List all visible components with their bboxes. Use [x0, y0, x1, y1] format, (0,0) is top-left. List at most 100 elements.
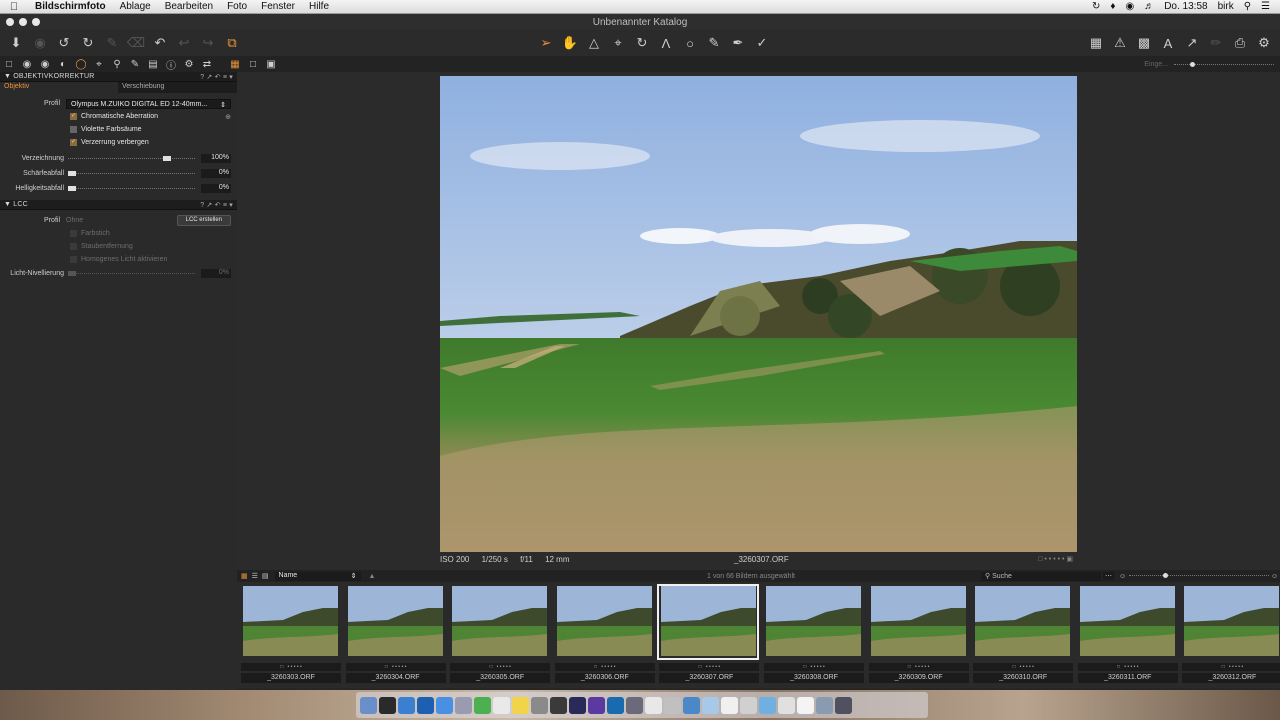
- undo-icon[interactable]: ↩: [172, 32, 196, 54]
- metadata-tab-icon[interactable]: ⓘ: [162, 57, 180, 72]
- apple-menu-icon[interactable]: : [0, 1, 28, 13]
- close-window-button[interactable]: [6, 18, 14, 26]
- more-options-icon[interactable]: ⋯: [1103, 572, 1114, 580]
- checkbox-color-cast[interactable]: [70, 230, 77, 237]
- light-leveling-value[interactable]: 0%: [201, 269, 231, 278]
- checkbox-dust-removal[interactable]: [70, 243, 77, 250]
- thumbnail-image[interactable]: [661, 586, 757, 656]
- picker-icon[interactable]: ✓: [750, 32, 774, 54]
- thumbnail-item[interactable]: □ • • • • • _3260309.ORF: [867, 582, 971, 686]
- trash-icon[interactable]: [835, 696, 852, 714]
- thumb-size-slider[interactable]: [1174, 61, 1274, 67]
- color-tab-icon[interactable]: ◉: [36, 59, 54, 70]
- eyedropper-icon[interactable]: ✒: [726, 32, 750, 54]
- lcc-header[interactable]: ▼ LCC ? ↗ ↶ ≡ ▾: [0, 200, 237, 210]
- minimize-window-button[interactable]: [19, 18, 27, 26]
- rotate-left-icon[interactable]: ↺: [52, 32, 76, 54]
- time-machine-icon[interactable]: ↻: [1092, 1, 1100, 12]
- select-cursor-icon[interactable]: ➢: [534, 32, 558, 54]
- mail-icon[interactable]: [436, 696, 453, 714]
- app-icon[interactable]: [664, 696, 681, 714]
- thumbnail-image[interactable]: [347, 586, 443, 656]
- thumbnail-rating[interactable]: □ • • • • •: [450, 663, 551, 671]
- chrome-icon[interactable]: [474, 696, 491, 714]
- distortion-slider[interactable]: [68, 156, 195, 161]
- grid-view-icon[interactable]: ▦: [1084, 32, 1108, 54]
- thumbnail-item[interactable]: □ • • • • • _3260307.ORF: [657, 582, 761, 686]
- capture-icon[interactable]: ◉: [28, 32, 52, 54]
- menu-foto[interactable]: Foto: [220, 1, 254, 12]
- app-icon[interactable]: [721, 696, 738, 714]
- sort-select[interactable]: Name ⇕: [274, 571, 361, 581]
- keystone-icon[interactable]: Λ: [654, 32, 678, 54]
- check-color-cast[interactable]: Farbstich: [0, 227, 237, 240]
- exposure-tab-icon[interactable]: ◐: [54, 59, 72, 70]
- grid-view-icon[interactable]: ▦: [241, 572, 248, 580]
- settings-gear-icon[interactable]: ⚙: [1252, 32, 1276, 54]
- details-tab-icon[interactable]: ⚲: [108, 59, 126, 70]
- clock[interactable]: Do. 13:58: [1164, 1, 1207, 12]
- check-chromatic[interactable]: ✓ Chromatische Aberration ⊕: [0, 110, 237, 123]
- thumbnail-item[interactable]: □ • • • • • _3260305.ORF: [448, 582, 552, 686]
- light-leveling-slider[interactable]: [68, 271, 195, 276]
- lens-tab-icon[interactable]: ◯: [72, 59, 90, 70]
- workspace-label[interactable]: Einge...: [1144, 61, 1168, 68]
- light-falloff-value[interactable]: 0%: [201, 184, 231, 193]
- search-input[interactable]: ⚲ Suche: [981, 571, 1101, 581]
- library-tab-icon[interactable]: □: [0, 59, 18, 70]
- lightroom-icon[interactable]: [607, 696, 624, 714]
- launchpad-icon[interactable]: [455, 696, 472, 714]
- check-hide-distortion[interactable]: ✓ Verzerrung verbergen: [0, 136, 237, 149]
- light-falloff-slider[interactable]: [68, 186, 195, 191]
- spot-removal-icon[interactable]: ○: [678, 32, 702, 54]
- checkbox-purple-fringe[interactable]: [70, 126, 77, 133]
- checkbox-uniform-light[interactable]: [70, 256, 77, 263]
- checkbox-hide-distortion[interactable]: ✓: [70, 139, 77, 146]
- slider-knob[interactable]: [163, 156, 171, 161]
- grid-layout-icon[interactable]: ▦: [226, 59, 244, 70]
- photo-icon[interactable]: [550, 696, 567, 714]
- thumbnail-rating[interactable]: □ • • • • •: [659, 663, 760, 671]
- check-uniform-light[interactable]: Homogenes Licht aktivieren: [0, 253, 237, 266]
- multi-view-icon[interactable]: ▣: [262, 59, 280, 70]
- copy-adjustments-icon[interactable]: ⧉: [220, 32, 244, 54]
- notification-icon[interactable]: ☰: [1261, 1, 1270, 12]
- finder-icon[interactable]: [360, 696, 377, 714]
- spotlight-icon[interactable]: ⚲: [1244, 1, 1251, 12]
- menu-bearbeiten[interactable]: Bearbeiten: [158, 1, 220, 12]
- app-icon[interactable]: [702, 696, 719, 714]
- section-controls[interactable]: ? ↗ ↶ ≡ ▾: [200, 201, 237, 209]
- thumbnail-rating[interactable]: □ • • • • •: [1182, 663, 1280, 671]
- sharpness-slider[interactable]: [68, 171, 195, 176]
- teamviewer-icon[interactable]: [398, 696, 415, 714]
- filmstrip-view-icon[interactable]: ▤: [262, 572, 269, 580]
- thumbnail-rating[interactable]: □ • • • • •: [868, 663, 969, 671]
- checkbox-chromatic[interactable]: ✓: [70, 113, 77, 120]
- tab-objektiv[interactable]: Objektiv: [0, 82, 118, 93]
- stickies-icon[interactable]: [512, 696, 529, 714]
- menu-app[interactable]: Bildschirmfoto: [28, 1, 113, 12]
- wifi-icon[interactable]: ◉: [1125, 1, 1134, 12]
- menu-fenster[interactable]: Fenster: [254, 1, 302, 12]
- thumbnail-image[interactable]: [975, 586, 1071, 656]
- lens-correction-header[interactable]: ▼ OBJEKTIVKORREKTUR ? ↗ ↶ ≡ ▾: [0, 72, 237, 82]
- sharpness-value[interactable]: 0%: [201, 169, 231, 178]
- list-view-icon[interactable]: ☰: [252, 572, 258, 580]
- aperture-icon[interactable]: [588, 696, 605, 714]
- pencil-icon[interactable]: ✏: [1204, 32, 1228, 54]
- menu-hilfe[interactable]: Hilfe: [302, 1, 336, 12]
- folder-icon[interactable]: [759, 696, 776, 714]
- thumbnail-image[interactable]: [556, 586, 652, 656]
- viewer-rating[interactable]: □ • • • • • ▣: [1038, 555, 1073, 563]
- create-lcc-button[interactable]: LCC erstellen: [176, 215, 231, 226]
- batch-tab-icon[interactable]: ⇄: [198, 59, 216, 70]
- thumbnail-rating[interactable]: □ • • • • •: [973, 663, 1074, 671]
- rotate-tool-icon[interactable]: ↻: [630, 32, 654, 54]
- zoom-slider[interactable]: [1129, 573, 1269, 578]
- thumbnail-image[interactable]: [870, 586, 966, 656]
- collapse-icon[interactable]: ▼: [4, 201, 13, 208]
- preferences-icon[interactable]: [645, 696, 662, 714]
- thumbnail-rating[interactable]: □ • • • • •: [241, 663, 341, 671]
- thumbnail-item[interactable]: □ • • • • • _3260304.ORF: [344, 582, 448, 686]
- calendar-icon[interactable]: [531, 696, 548, 714]
